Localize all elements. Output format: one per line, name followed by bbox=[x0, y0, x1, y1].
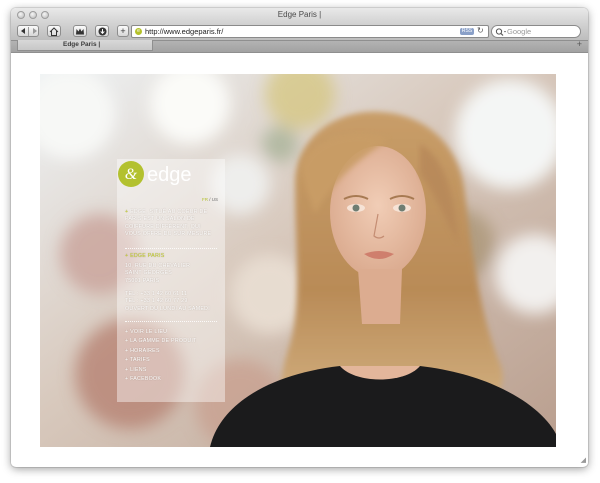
info-panel: & edge FR / US + EDGE, SITUÉ AU COEUR DE… bbox=[117, 159, 225, 402]
reload-icon[interactable]: ↻ bbox=[477, 26, 484, 35]
divider bbox=[125, 248, 217, 249]
phone-line: TEL : +33 1 42 60 77 29 bbox=[125, 298, 188, 305]
back-arrow-icon[interactable] bbox=[21, 28, 25, 34]
add-bookmark-button[interactable]: + bbox=[117, 25, 129, 37]
window-title: Edge Paris | bbox=[277, 10, 322, 19]
rss-badge[interactable]: RSS bbox=[460, 28, 474, 35]
lang-fr-link[interactable]: FR bbox=[202, 197, 208, 202]
phone-block: TEL : +33 1 42 60 61 11 TEL : +33 1 42 6… bbox=[125, 291, 210, 313]
home-icon bbox=[49, 26, 59, 36]
forward-arrow-icon[interactable] bbox=[33, 28, 37, 34]
menu-item-horaires[interactable]: + HORAIRES bbox=[125, 348, 197, 357]
downloads-button[interactable] bbox=[95, 25, 109, 37]
intro-marker: + bbox=[125, 209, 129, 215]
url-text: http://www.edgeparis.fr/ bbox=[145, 27, 224, 36]
segment-divider bbox=[28, 27, 29, 36]
lang-separator: / bbox=[209, 197, 211, 202]
menu-item-voir-le-lieu[interactable]: + VOIR LE LIEU bbox=[125, 329, 197, 338]
tab-bar: Edge Paris | + bbox=[11, 39, 588, 53]
new-tab-icon[interactable]: + bbox=[577, 39, 582, 49]
address-line: 75001 PARIS bbox=[125, 277, 160, 284]
bookmarks-button[interactable] bbox=[73, 25, 87, 37]
site-menu: + VOIR LE LIEU + LA GAMME DE PRODUIT + H… bbox=[125, 329, 197, 385]
lang-us-link[interactable]: US bbox=[212, 197, 218, 202]
menu-item-liens[interactable]: + LIENS bbox=[125, 367, 197, 376]
search-field[interactable]: Google bbox=[491, 25, 581, 38]
url-bar[interactable]: e http://www.edgeparis.fr/ RSS ↻ bbox=[131, 25, 489, 38]
language-switch: FR / US bbox=[202, 197, 218, 202]
search-icon bbox=[495, 28, 506, 36]
title-bar: Edge Paris | bbox=[11, 8, 588, 23]
menu-item-facebook[interactable]: + FACEBOOK bbox=[125, 376, 197, 385]
tab-label: Edge Paris | bbox=[63, 41, 101, 48]
back-forward-buttons bbox=[17, 25, 39, 37]
opening-hours: OUVERT DU LUNDI AU SAMEDI bbox=[125, 305, 210, 312]
divider bbox=[125, 321, 217, 322]
home-button[interactable] bbox=[47, 25, 61, 37]
intro-text: + EDGE, SITUÉ AU COEUR DE PARIS EST UN S… bbox=[125, 209, 217, 238]
resize-grip-icon[interactable]: ◢ bbox=[581, 456, 586, 464]
tab-edge-paris[interactable]: Edge Paris | bbox=[17, 40, 153, 51]
page-content: & edge FR / US + EDGE, SITUÉ AU COEUR DE… bbox=[11, 53, 588, 466]
address-label: + EDGE PARIS bbox=[125, 253, 165, 259]
menu-item-gamme-produit[interactable]: + LA GAMME DE PRODUIT bbox=[125, 338, 197, 347]
browser-window: Edge Paris | + e http://www.edgeparis.fr… bbox=[11, 8, 588, 467]
intro-body: EDGE, SITUÉ AU COEUR DE PARIS EST UN SAL… bbox=[125, 209, 212, 237]
edge-logo[interactable]: & edge bbox=[117, 159, 207, 189]
download-icon bbox=[98, 27, 106, 35]
plus-icon: + bbox=[120, 25, 126, 36]
menu-item-tarifs[interactable]: + TARIFS bbox=[125, 357, 197, 366]
logo-text: edge bbox=[147, 164, 192, 186]
site-favicon-icon: e bbox=[135, 28, 142, 35]
crown-icon bbox=[76, 28, 84, 34]
svg-text:&: & bbox=[125, 166, 138, 183]
hero-photo: & edge FR / US + EDGE, SITUÉ AU COEUR DE… bbox=[40, 74, 556, 447]
address-line: SAINT GEORGES bbox=[125, 270, 173, 277]
browser-toolbar: + e http://www.edgeparis.fr/ RSS ↻ Googl… bbox=[11, 23, 588, 40]
address-block: 10, RUE DU CHEVALIER SAINT GEORGES 75001… bbox=[125, 263, 190, 285]
search-placeholder: Google bbox=[507, 27, 532, 36]
